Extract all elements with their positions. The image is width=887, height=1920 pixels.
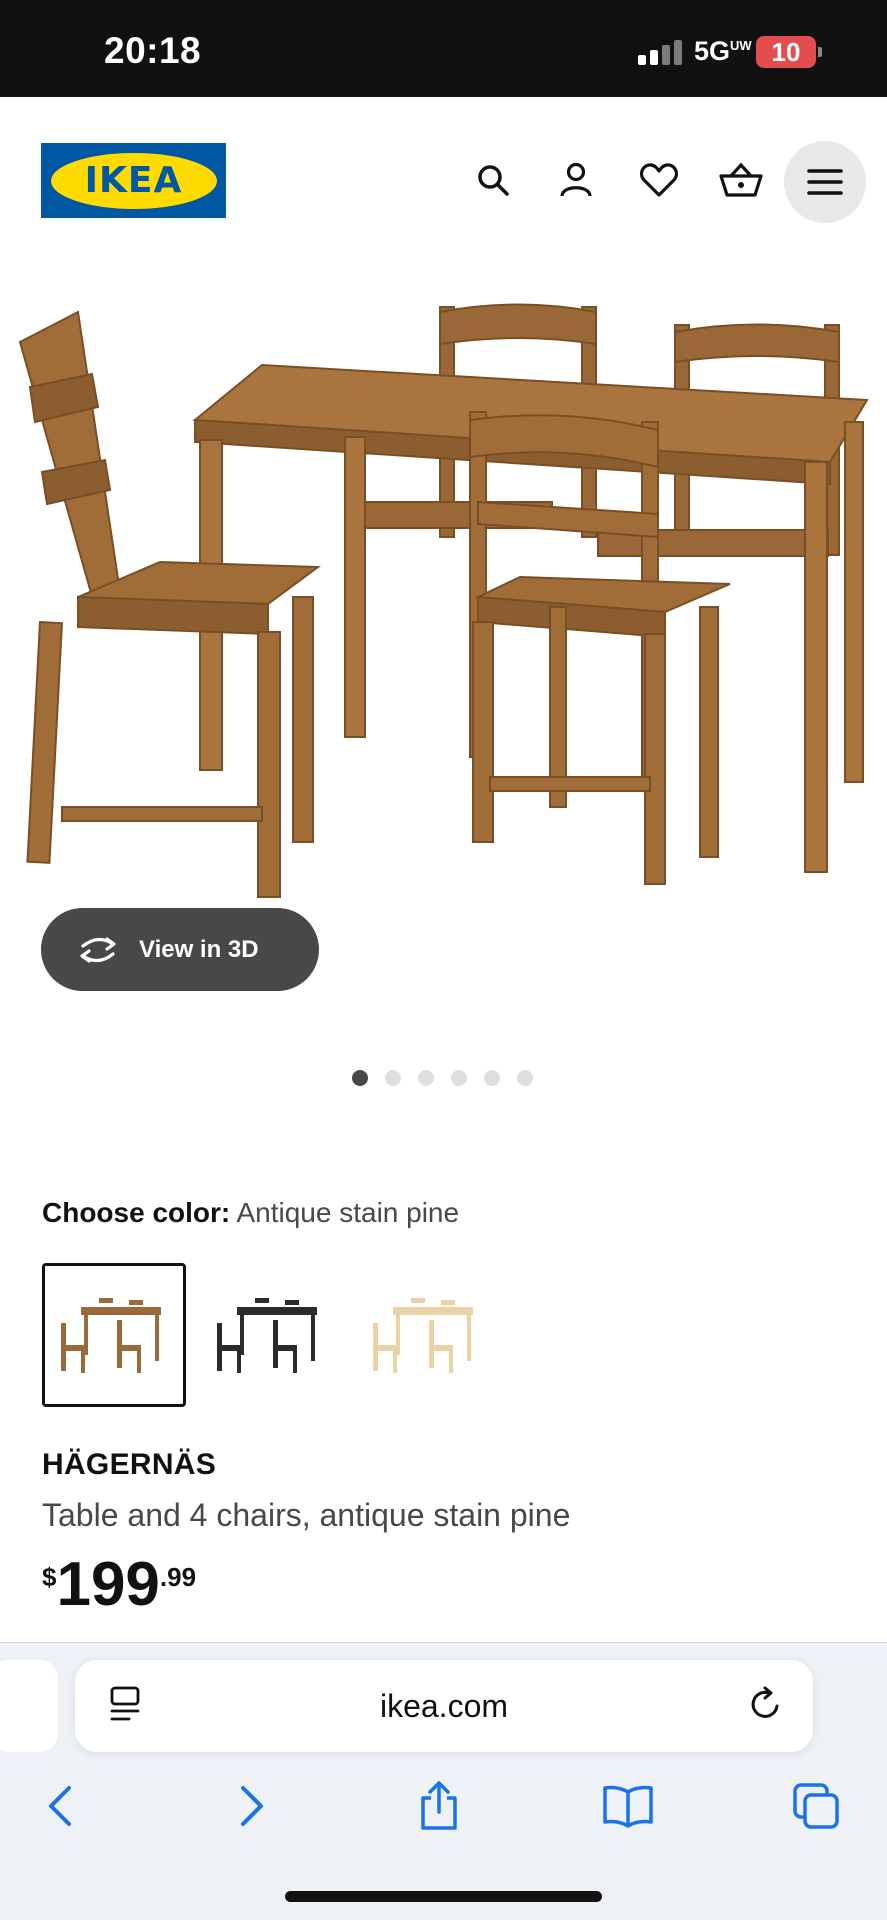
price-currency: $	[42, 1562, 57, 1592]
swatch-black-brown[interactable]	[198, 1263, 342, 1407]
forward-icon[interactable]	[222, 1776, 282, 1836]
carousel-dot[interactable]	[352, 1070, 368, 1086]
view-3d-button[interactable]: View in 3D	[41, 908, 319, 991]
reload-icon[interactable]	[747, 1684, 783, 1729]
address-bar[interactable]: ikea.com	[75, 1660, 813, 1752]
menu-icon	[807, 169, 843, 195]
carousel-dot[interactable]	[451, 1070, 467, 1086]
status-time: 20:18	[104, 30, 202, 71]
signal-icon	[638, 40, 682, 65]
color-swatches	[42, 1263, 498, 1407]
tabs-icon[interactable]	[786, 1776, 846, 1836]
rotate-3d-icon	[80, 936, 116, 963]
product-description: Table and 4 chairs, antique stain pine	[42, 1497, 571, 1533]
carousel-dot[interactable]	[484, 1070, 500, 1086]
view-3d-label: View in 3D	[139, 935, 259, 963]
url-text: ikea.com	[379, 1688, 509, 1724]
basket-icon[interactable]	[716, 155, 766, 205]
account-icon[interactable]	[551, 155, 601, 205]
heart-icon[interactable]	[634, 155, 684, 205]
network-label: 5GUW	[694, 36, 752, 66]
choose-color-heading: Choose color: Antique stain pine	[42, 1197, 460, 1228]
home-indicator[interactable]	[285, 1891, 602, 1902]
search-icon[interactable]	[468, 155, 518, 205]
product-price: $ 199 .99	[42, 1550, 196, 1620]
site-header: IKEA	[0, 97, 887, 262]
status-bar: 20:18 5GUW 10	[0, 0, 887, 97]
menu-button[interactable]	[784, 141, 866, 223]
carousel-dot[interactable]	[385, 1070, 401, 1086]
bookmarks-icon[interactable]	[598, 1776, 658, 1836]
carousel-dot[interactable]	[517, 1070, 533, 1086]
back-icon[interactable]	[30, 1776, 90, 1836]
product-image[interactable]	[0, 262, 887, 902]
ikea-logo[interactable]: IKEA	[41, 143, 226, 218]
product-name: HÄGERNÄS	[42, 1448, 217, 1481]
carousel-dots[interactable]	[352, 1070, 533, 1086]
swatch-pine[interactable]	[354, 1263, 498, 1407]
price-integer: 199	[56, 1550, 160, 1619]
previous-tab[interactable]	[0, 1660, 58, 1752]
swatch-antique-stain-pine[interactable]	[42, 1263, 186, 1407]
browser-toolbar: ikea.com	[0, 1642, 887, 1920]
price-decimal: .99	[159, 1562, 197, 1592]
battery-icon: 10	[756, 36, 822, 68]
share-icon[interactable]	[409, 1776, 469, 1836]
carousel-dot[interactable]	[418, 1070, 434, 1086]
